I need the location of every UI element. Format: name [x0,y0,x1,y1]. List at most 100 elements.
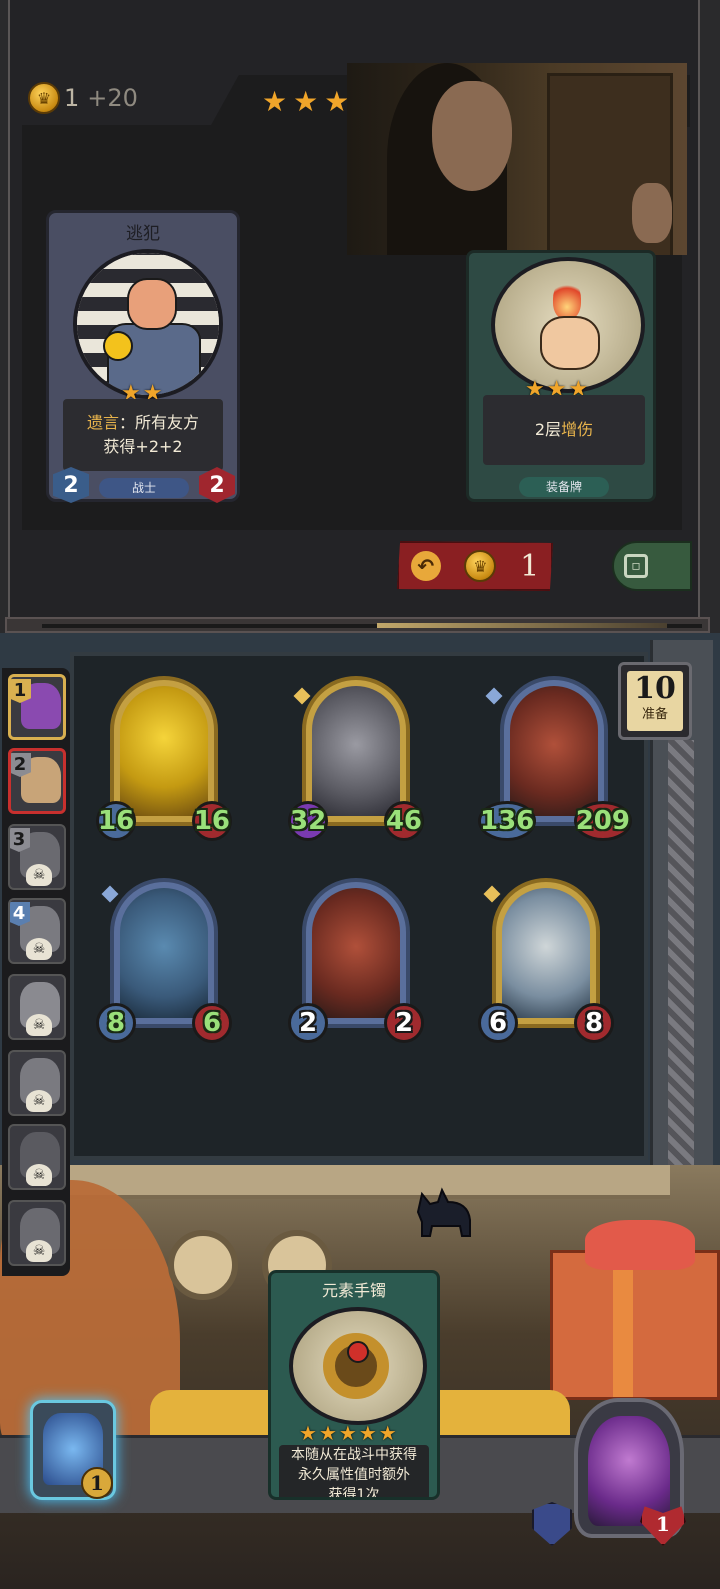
board-minion-4[interactable]: 8 6 [96,878,232,1043]
star-icon: ★ [299,1421,317,1445]
queue-item-2[interactable]: 2 [8,748,66,814]
queue-item-4[interactable]: 4 ☠ [8,898,66,964]
card-title: 元素手镯 [321,1281,386,1300]
queue-item-8[interactable]: ☠ [8,1200,66,1266]
red-dragon-portrait [312,888,400,1018]
skull-icon: ☠ [26,1090,52,1112]
minion-type-pill: 战士 [99,478,189,498]
card-text: 本随从在战斗中获得 永久属性值时额外 获得1次 [279,1445,429,1500]
unlock-icon: ▫ [624,554,648,578]
finger-snap-portrait [491,257,645,393]
card-text-line1: 本随从在战斗中获得 [291,1447,417,1463]
black-cat-icon [416,1187,471,1237]
white-dragon-portrait [502,888,590,1018]
red-dragon-portrait [510,686,598,816]
attack-badge: 2 [53,467,89,503]
ring-decoration [168,1230,238,1300]
gold-display: ♛ 1 +20 [28,82,138,114]
woman-face-image [432,81,512,191]
deck-count: 1 [81,1467,113,1499]
card-text-line3: 获得1次 [328,1487,380,1500]
card-stars: ★ ★ ★ ★ ★ [299,1421,397,1445]
queue-number: 1 [11,679,31,703]
coin-icon: ♛ [28,82,60,114]
queue-item-7[interactable]: ☠ [8,1124,66,1190]
lock-shop-button[interactable]: ▫ [612,541,692,591]
skull-icon: ☠ [26,864,52,886]
gold-income: +20 [87,84,138,112]
refresh-icon: ↶ [410,551,441,581]
equipment-type-pill: 装备牌 [519,477,609,497]
card-text-line2: 永久属性值时额外 [298,1467,410,1483]
minion-health: 2 [384,1003,424,1043]
hand-image [632,183,672,243]
minion-health: 8 [574,1003,614,1043]
queue-number: 3 [10,828,30,852]
grey-dragon-portrait [312,686,400,816]
prep-label: 准备 [641,707,668,722]
gold-demon-portrait [120,686,208,816]
prep-count: 10 [634,671,676,706]
prisoner-head-image [127,278,177,330]
card-text-prefix: 2层 [534,420,562,439]
star-icon: ★ [293,85,319,118]
skull-icon: ☠ [26,1240,52,1262]
gift-bow-decoration [585,1220,695,1270]
refresh-cost: 1 [520,548,540,584]
card-text: 遗言：所有友方 获得+2+2 [63,399,223,471]
skull-icon: ☠ [26,1164,52,1186]
queue-item-6[interactable]: ☠ [8,1050,66,1116]
queue-number: 2 [11,753,31,777]
queue-number: 4 [10,902,30,926]
flame-icon [553,279,581,319]
star-icon: ★ [338,1421,357,1445]
prisoner-portrait [73,249,223,399]
gold-value: 1 [64,84,80,112]
bracelet-portrait [289,1307,427,1425]
minion-attack: 16 [96,801,137,841]
skull-icon: ☠ [26,938,52,960]
minion-attack: 8 [96,1003,136,1043]
board-minion-2[interactable]: 32 46 [288,676,424,841]
board-minion-6[interactable]: 6 8 [478,878,614,1043]
minion-attack: 32 [288,801,329,841]
card-text-line1: ：所有友方 [119,413,200,432]
health-badge: 2 [199,467,235,503]
star-icon: ★ [358,1421,377,1445]
minion-attack: 2 [288,1003,328,1043]
board-minion-1[interactable]: 16 16 [96,676,232,841]
minion-health: 209 [573,801,632,841]
damage-keyword: 增伤 [561,420,594,439]
gift-box-decoration [550,1250,720,1400]
smiley-badge-icon [103,331,133,361]
snapping-hand-image [540,316,600,370]
gem-icon [347,1341,369,1363]
purple-dragon-hero-image [588,1416,670,1526]
blue-dragon-portrait [120,888,208,1018]
minion-attack: 136 [478,801,537,841]
queue-item-5[interactable]: ☠ [8,974,66,1040]
board-minion-5[interactable]: 2 2 [288,878,424,1043]
minion-attack: 6 [478,1003,518,1043]
queue-item-1[interactable]: 1 [8,674,66,740]
skull-icon: ☠ [26,1014,52,1036]
shop-tier-stars: ★ ★ ★ [262,88,349,116]
star-icon: ★ [378,1421,397,1445]
board-minion-3[interactable]: 136 209 [478,676,632,841]
coin-icon: ♛ [464,550,497,582]
divider-bar [5,617,710,633]
minion-health: 16 [191,801,232,841]
star-icon: ★ [318,1421,337,1445]
shop-minion-card[interactable]: 逃犯 ★ ★ 遗言：所有友方 获得+2+2 2 2 战士 [46,210,240,503]
deck-button[interactable]: 1 [30,1400,116,1500]
minion-health: 46 [383,801,424,841]
hand-item-card[interactable]: 元素手镯 ★ ★ ★ ★ ★ 本随从在战斗中获得 永久属性值时额外 获得1次 [268,1270,440,1500]
shop-equipment-card[interactable]: ★ ★ ★ 2层增伤 装备牌 [466,250,656,502]
star-icon: ★ [324,85,350,118]
queue-item-3[interactable]: 3 ☠ [8,824,66,890]
refresh-button[interactable]: ↶ ♛ 1 [397,541,553,591]
card-title: 逃犯 [126,224,160,244]
deathrattle-keyword: 遗言 [86,413,119,432]
shelf [70,1165,670,1199]
card-text: 2层增伤 [483,395,645,465]
